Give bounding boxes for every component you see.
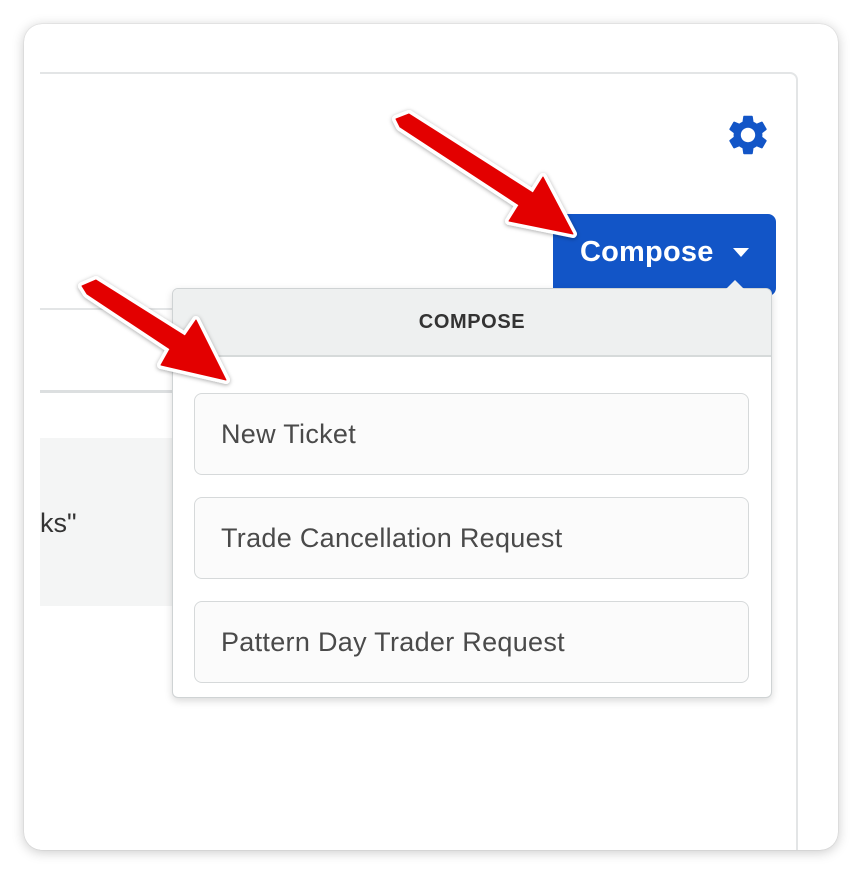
menu-item-label: Trade Cancellation Request	[221, 522, 563, 553]
dropdown-header: COMPOSE	[173, 289, 771, 357]
compose-dropdown-menu: COMPOSE New Ticket Trade Cancellation Re…	[172, 288, 772, 698]
menu-item-trade-cancellation-request[interactable]: Trade Cancellation Request	[194, 497, 749, 579]
background-row-text: ks"	[40, 508, 77, 538]
menu-item-new-ticket[interactable]: New Ticket	[194, 393, 749, 475]
divider	[40, 390, 180, 393]
compose-button-label: Compose	[580, 236, 714, 268]
screenshot: ks" Compose COMPOSE New Ticket Trade Can…	[0, 0, 862, 874]
menu-item-pattern-day-trader-request[interactable]: Pattern Day Trader Request	[194, 601, 749, 683]
divider	[40, 308, 180, 310]
caret-down-icon	[733, 248, 749, 257]
menu-item-label: New Ticket	[221, 418, 357, 449]
menu-item-label: Pattern Day Trader Request	[221, 626, 565, 657]
gear-icon[interactable]	[724, 111, 772, 159]
screenshot-card: ks" Compose COMPOSE New Ticket Trade Can…	[24, 24, 838, 850]
dropdown-notch	[726, 280, 744, 289]
